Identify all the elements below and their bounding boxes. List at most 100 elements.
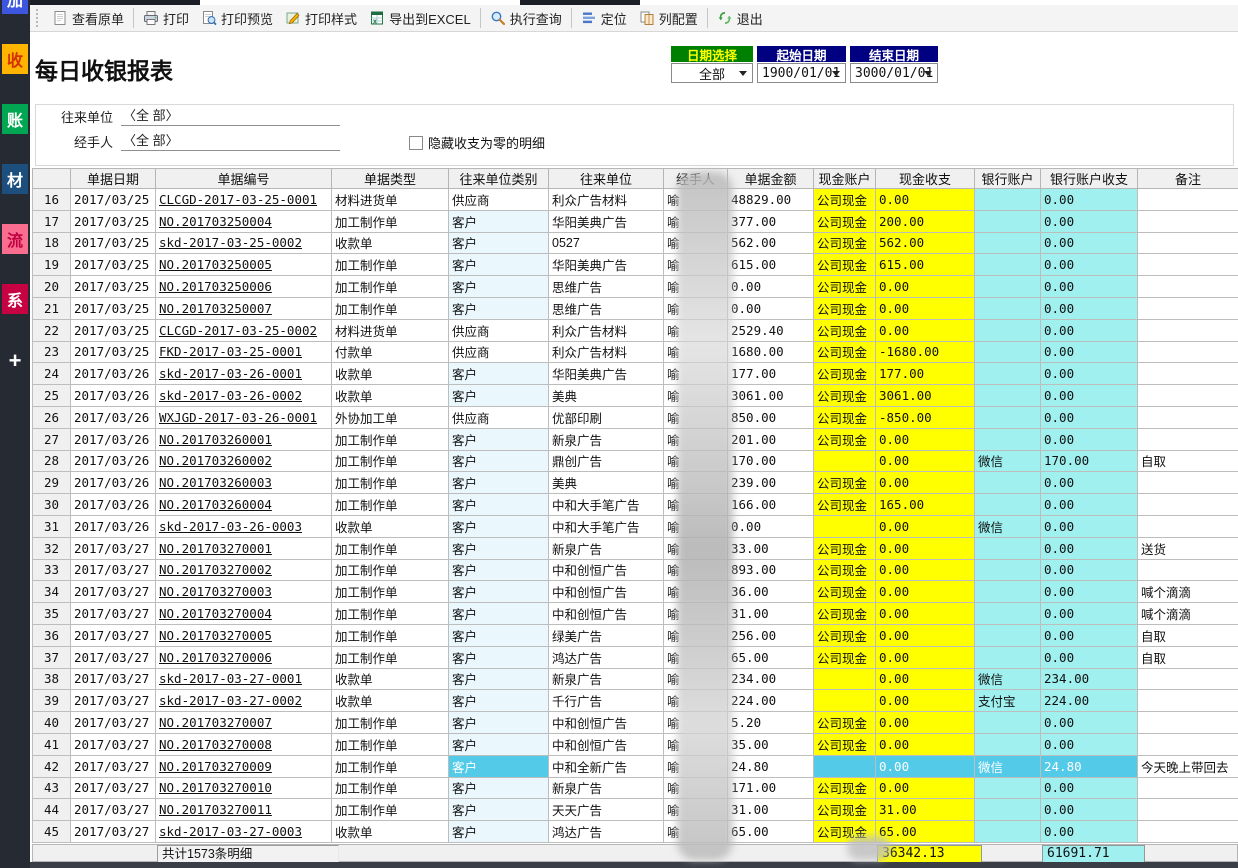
handler-cell[interactable]: 喻 [664,189,728,211]
toolbar-button-查看原单[interactable]: 查看原单 [46,7,130,30]
doc-type-cell[interactable]: 加工制作单 [332,799,449,821]
row-number-cell[interactable]: 44 [33,799,71,821]
note-cell[interactable] [1138,276,1238,298]
partner-cell[interactable]: 中和大手笔广告 [549,494,664,516]
doc-no-cell[interactable]: skd-2017-03-26-0003 [156,515,332,537]
note-cell[interactable] [1138,341,1238,363]
doc-type-cell[interactable]: 加工制作单 [332,755,449,777]
doc-no-link[interactable]: NO.201703250005 [159,257,272,272]
partner-type-cell[interactable]: 客户 [449,755,549,777]
amount-cell[interactable]: 65.00 [728,646,814,668]
handler-cell[interactable]: 喻 [664,668,728,690]
cash-account-cell[interactable]: 公司现金 [814,603,876,625]
doc-no-link[interactable]: NO.201703270005 [159,628,272,643]
cash-flow-cell[interactable]: 0.00 [876,450,975,472]
cash-account-cell[interactable]: 公司现金 [814,232,876,254]
doc-no-link[interactable]: NO.201703270006 [159,650,272,665]
partner-filter-field[interactable]: 〈全 部〉 [121,105,340,126]
bank-account-cell[interactable] [975,385,1041,407]
note-cell[interactable]: 送货 [1138,537,1238,559]
bank-account-cell[interactable] [975,406,1041,428]
row-number-cell[interactable]: 33 [33,559,71,581]
doc-no-cell[interactable]: NO.201703270005 [156,624,332,646]
partner-type-cell[interactable]: 客户 [449,646,549,668]
handler-cell[interactable]: 喻 [664,450,728,472]
doc-date-cell[interactable]: 2017/03/27 [71,624,156,646]
handler-cell[interactable]: 喻 [664,428,728,450]
row-number-cell[interactable]: 19 [33,254,71,276]
partner-type-cell[interactable]: 供应商 [449,406,549,428]
doc-no-link[interactable]: NO.201703250007 [159,301,272,316]
partner-type-cell[interactable]: 客户 [449,603,549,625]
bank-account-cell[interactable] [975,232,1041,254]
handler-cell[interactable]: 喻 [664,319,728,341]
handler-cell[interactable]: 喻 [664,646,728,668]
cash-account-cell[interactable]: 公司现金 [814,341,876,363]
doc-date-cell[interactable]: 2017/03/26 [71,428,156,450]
column-header-往来单位类别[interactable]: 往来单位类别 [449,169,549,189]
doc-date-cell[interactable]: 2017/03/25 [71,319,156,341]
column-header-单据编号[interactable]: 单据编号 [156,169,332,189]
bank-account-cell[interactable] [975,276,1041,298]
toolbar-button-列配置[interactable]: 列配置 [633,7,704,30]
doc-date-cell[interactable]: 2017/03/25 [71,189,156,211]
note-cell[interactable] [1138,472,1238,494]
bank-account-cell[interactable] [975,319,1041,341]
doc-no-cell[interactable]: NO.201703270007 [156,712,332,734]
doc-no-link[interactable]: skd-2017-03-27-0003 [159,824,302,839]
handler-cell[interactable]: 喻 [664,690,728,712]
amount-cell[interactable]: 562.00 [728,232,814,254]
note-cell[interactable] [1138,232,1238,254]
partner-type-cell[interactable]: 客户 [449,733,549,755]
amount-cell[interactable]: 31.00 [728,603,814,625]
sidebar-item-收[interactable]: 收 [2,44,28,74]
row-number-cell[interactable]: 24 [33,363,71,385]
doc-no-link[interactable]: WXJGD-2017-03-26-0001 [159,410,317,425]
doc-type-cell[interactable]: 收款单 [332,385,449,407]
bank-flow-cell[interactable]: 0.00 [1041,603,1138,625]
sidebar-item-系[interactable]: 系 [2,284,28,314]
amount-cell[interactable]: 177.00 [728,363,814,385]
bank-flow-cell[interactable]: 0.00 [1041,472,1138,494]
column-header-单据日期[interactable]: 单据日期 [71,169,156,189]
partner-cell[interactable]: 天天广告 [549,799,664,821]
column-header-现金账户[interactable]: 现金账户 [814,169,876,189]
cash-flow-cell[interactable]: 0.00 [876,624,975,646]
doc-no-cell[interactable]: NO.201703270001 [156,537,332,559]
amount-cell[interactable]: 850.00 [728,406,814,428]
doc-no-cell[interactable]: NO.201703260003 [156,472,332,494]
doc-date-cell[interactable]: 2017/03/26 [71,450,156,472]
doc-no-link[interactable]: NO.201703260002 [159,453,272,468]
doc-type-cell[interactable]: 加工制作单 [332,254,449,276]
bank-flow-cell[interactable]: 0.00 [1041,646,1138,668]
bank-flow-cell[interactable]: 0.00 [1041,799,1138,821]
handler-cell[interactable]: 喻 [664,385,728,407]
doc-type-cell[interactable]: 加工制作单 [332,537,449,559]
partner-type-cell[interactable]: 客户 [449,254,549,276]
cash-flow-cell[interactable]: 0.00 [876,276,975,298]
doc-no-link[interactable]: NO.201703260003 [159,475,272,490]
bank-account-cell[interactable] [975,254,1041,276]
doc-no-link[interactable]: CLCGD-2017-03-25-0001 [159,192,317,207]
row-number-cell[interactable]: 27 [33,428,71,450]
row-number-cell[interactable]: 28 [33,450,71,472]
partner-type-cell[interactable]: 客户 [449,385,549,407]
partner-type-cell[interactable]: 客户 [449,472,549,494]
bank-account-cell[interactable] [975,297,1041,319]
doc-date-cell[interactable]: 2017/03/27 [71,581,156,603]
handler-cell[interactable]: 喻 [664,733,728,755]
row-number-cell[interactable]: 37 [33,646,71,668]
amount-cell[interactable]: 239.00 [728,472,814,494]
cash-account-cell[interactable]: 公司现金 [814,559,876,581]
sidebar-add-button[interactable]: + [2,346,28,376]
doc-no-cell[interactable]: NO.201703260002 [156,450,332,472]
doc-no-cell[interactable]: skd-2017-03-27-0001 [156,668,332,690]
doc-no-cell[interactable]: NO.201703270009 [156,755,332,777]
doc-type-cell[interactable]: 收款单 [332,690,449,712]
cash-flow-cell[interactable]: 0.00 [876,690,975,712]
note-cell[interactable]: 今天晚上带回去 [1138,755,1238,777]
doc-date-cell[interactable]: 2017/03/27 [71,603,156,625]
bank-flow-cell[interactable]: 224.00 [1041,690,1138,712]
cash-account-cell[interactable] [814,668,876,690]
row-number-cell[interactable]: 22 [33,319,71,341]
